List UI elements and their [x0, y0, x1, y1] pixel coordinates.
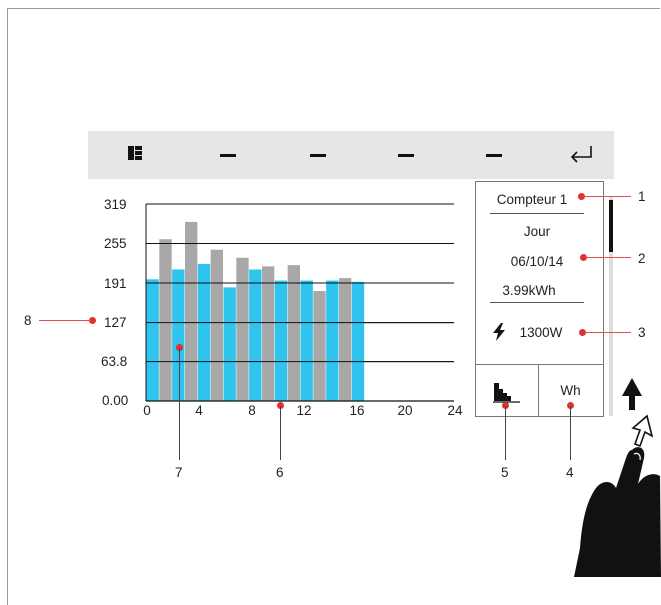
y-tick-label: 255: [104, 236, 127, 251]
date-label: 06/10/14: [510, 254, 564, 269]
x-tick-label: 16: [349, 403, 365, 418]
callout-line: [179, 348, 180, 460]
callout-number: 6: [276, 465, 284, 480]
callout-line: [505, 406, 506, 460]
bar-previous: [287, 265, 300, 401]
x-tick-label: 12: [296, 403, 312, 418]
callout-number: 5: [501, 465, 509, 480]
callout-line: [280, 406, 281, 460]
bar-previous: [236, 257, 249, 401]
bar-current: [223, 287, 236, 401]
bar-previous: [159, 239, 172, 401]
bar-current: [274, 280, 288, 401]
callout-line: [583, 196, 631, 197]
divider: [490, 213, 584, 214]
bar-previous: [339, 278, 352, 401]
callout-line: [584, 332, 631, 333]
y-tick-label: 191: [104, 276, 127, 291]
divider: [490, 302, 584, 303]
bar-current: [197, 263, 211, 401]
period-label[interactable]: Jour: [482, 224, 592, 239]
bar-previous: [262, 266, 275, 401]
bar-current: [249, 269, 262, 401]
x-tick-label: 0: [143, 403, 151, 418]
bar-previous: [185, 221, 198, 401]
bar-current: [146, 279, 159, 401]
y-tick-label: 127: [104, 315, 127, 330]
callout-number: 8: [24, 313, 32, 328]
lightning-icon: [492, 323, 506, 346]
callout-number: 1: [638, 189, 646, 204]
swipe-gesture-illustration: [574, 378, 661, 577]
bar-current: [326, 280, 339, 401]
double-arrow-icon: [622, 378, 654, 448]
scrollbar-thumb[interactable]: [609, 200, 613, 252]
bar-previous: [313, 291, 326, 401]
x-tick-label: 24: [447, 403, 463, 418]
x-tick-label: 4: [195, 403, 203, 418]
meter-label[interactable]: Compteur 1: [482, 192, 582, 207]
y-tick-label: 319: [104, 197, 127, 212]
callout-line: [39, 320, 91, 321]
callout-number: 3: [638, 325, 646, 340]
x-tick-label: 8: [248, 403, 256, 418]
bar-previous: [210, 249, 223, 401]
energy-label: 3.99kWh: [502, 283, 556, 298]
callout-line: [570, 406, 571, 460]
bar-current: [300, 280, 313, 401]
y-tick-label: 63.8: [101, 354, 128, 369]
callout-number: 7: [175, 465, 183, 480]
bar-current: [351, 281, 365, 401]
callout-number: 2: [638, 251, 646, 266]
x-tick-label: 20: [397, 403, 413, 418]
callout-line: [585, 257, 631, 258]
power-label: 1300W: [519, 325, 563, 340]
divider: [476, 364, 603, 365]
hand-icon: [574, 447, 661, 577]
